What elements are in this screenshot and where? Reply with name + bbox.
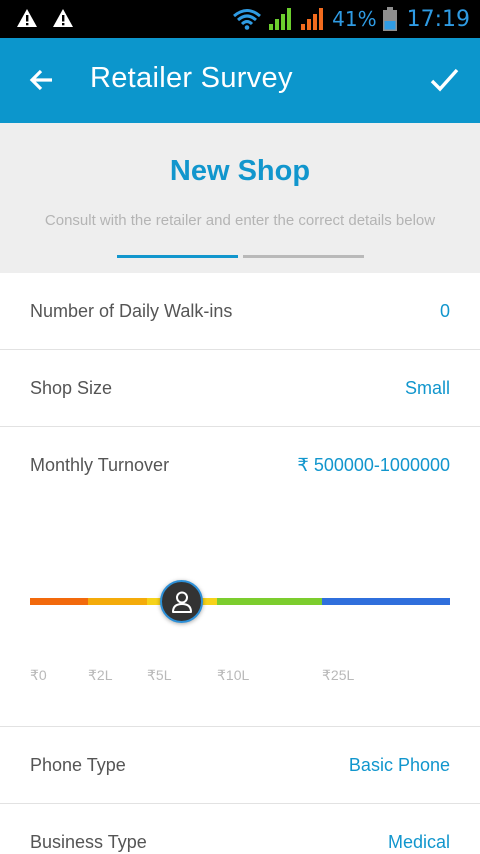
slider-tick-label: ₹0 — [30, 667, 47, 683]
page-subtitle: Consult with the retailer and enter the … — [44, 212, 436, 229]
walkins-value[interactable]: 0 — [440, 301, 450, 322]
slider-tick-label: ₹25L — [322, 667, 355, 683]
step-indicator-active — [117, 255, 238, 258]
clock: 17:19 — [406, 6, 470, 32]
turnover-value: ₹ 500000-1000000 — [297, 455, 450, 475]
business-type-row[interactable]: Business Type Medical — [0, 804, 480, 854]
back-arrow-icon[interactable] — [26, 64, 58, 96]
turnover-label: Monthly Turnover — [30, 455, 170, 475]
shop-size-label: Shop Size — [30, 378, 113, 398]
turnover-row: Monthly Turnover ₹ 500000-1000000 ₹0 ₹2L… — [0, 427, 480, 727]
turnover-slider-thumb[interactable] — [160, 580, 203, 623]
status-bar: 41% 17:19 — [0, 0, 480, 38]
walkins-label: Number of Daily Walk-ins — [30, 301, 233, 321]
signal-icon — [300, 7, 326, 31]
phone-type-value[interactable]: Basic Phone — [349, 755, 450, 776]
business-type-label: Business Type — [30, 832, 147, 852]
slider-segment[interactable] — [30, 598, 88, 605]
slider-segment[interactable] — [88, 598, 147, 605]
check-icon[interactable] — [428, 64, 460, 96]
warning-icon — [16, 8, 38, 28]
step-indicator-inactive — [243, 255, 364, 258]
phone-type-row[interactable]: Phone Type Basic Phone — [0, 727, 480, 804]
wifi-icon — [232, 8, 262, 30]
slider-tick-label: ₹5L — [147, 667, 172, 683]
slider-segment[interactable] — [217, 598, 322, 605]
walkins-row[interactable]: Number of Daily Walk-ins 0 — [0, 273, 480, 350]
shop-size-row[interactable]: Shop Size Small — [0, 350, 480, 427]
page-header: New Shop Consult with the retailer and e… — [0, 123, 480, 273]
shop-size-value[interactable]: Small — [405, 378, 450, 399]
business-type-value[interactable]: Medical — [388, 832, 450, 853]
person-icon — [172, 591, 192, 613]
app-bar: Retailer Survey — [0, 38, 480, 123]
slider-tick-label: ₹10L — [217, 667, 250, 683]
warning-icon — [52, 8, 74, 28]
phone-type-label: Phone Type — [30, 755, 126, 775]
battery-percent: 41% — [332, 7, 377, 31]
signal-icon — [268, 7, 294, 31]
app-title: Retailer Survey — [90, 62, 293, 94]
slider-tick-label: ₹2L — [88, 667, 113, 683]
page-title: New Shop — [169, 155, 311, 187]
slider-segment[interactable] — [322, 598, 450, 605]
battery-icon — [382, 7, 397, 31]
